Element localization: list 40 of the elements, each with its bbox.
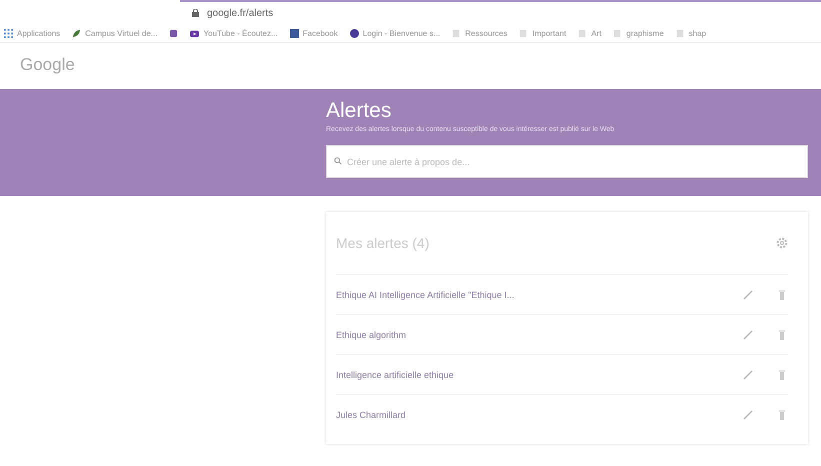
leaf-icon <box>72 28 82 38</box>
settings-icon[interactable] <box>776 237 788 249</box>
bookmark-link[interactable]: Important <box>532 28 566 38</box>
page-title: Alertes <box>326 99 392 123</box>
delete-icon[interactable] <box>776 288 788 300</box>
edit-icon[interactable] <box>742 328 754 340</box>
folder-icon <box>519 28 528 38</box>
apps-grid-icon <box>4 28 13 38</box>
edit-icon[interactable] <box>742 288 754 300</box>
circle-icon <box>350 28 359 38</box>
bookmark-link[interactable]: Campus Virtuel de... <box>85 28 158 38</box>
edit-icon[interactable] <box>742 408 754 420</box>
bookmark-link[interactable]: YouTube - Écoutez... <box>203 28 278 38</box>
facebook-icon <box>290 28 299 38</box>
folder-icon <box>578 28 588 38</box>
delete-icon[interactable] <box>776 368 788 380</box>
alert-name[interactable]: Ethique AI Intelligence Artificielle "Ethique I... <box>336 290 720 300</box>
delete-icon[interactable] <box>776 328 788 340</box>
address-bar[interactable]: google.fr/alerts <box>207 8 274 18</box>
play-icon <box>190 28 200 38</box>
bookmark-link[interactable]: Applications <box>17 28 60 38</box>
bookmark-link[interactable]: Facebook <box>302 28 338 38</box>
lock-icon <box>192 9 199 17</box>
alert-name[interactable]: Jules Charmillard <box>336 410 720 420</box>
search-icon <box>334 157 342 165</box>
folder-icon <box>452 28 462 38</box>
folder-icon <box>676 28 685 38</box>
bookmark-link[interactable]: shap <box>688 28 706 38</box>
bookmark-link[interactable]: Art <box>591 28 602 38</box>
bookmark-link[interactable]: Login - Bienvenue s... <box>362 28 440 38</box>
alert-name[interactable]: Ethique algorithm <box>336 330 720 340</box>
google-logo[interactable]: Google <box>0 43 821 89</box>
edit-icon[interactable] <box>742 368 754 380</box>
alert-name[interactable]: Intelligence artificielle ethique <box>336 370 720 380</box>
delete-icon[interactable] <box>776 408 788 420</box>
search-field[interactable]: Créer une alerte à propos de... <box>326 145 808 178</box>
folder-icon <box>613 28 622 38</box>
square-icon <box>169 28 178 38</box>
bookmark-link[interactable]: Ressources <box>465 28 508 38</box>
bookmark-link[interactable]: graphisme <box>626 28 664 38</box>
